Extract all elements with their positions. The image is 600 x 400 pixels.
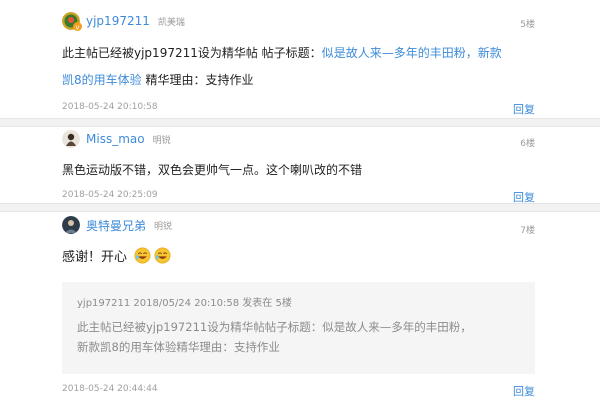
divider <box>0 203 600 212</box>
floor-number: 6楼 <box>520 139 535 149</box>
quote-body: 此主帖已经被yjp197211设为精华帖帖子标题：似是故人来—多年的丰田粉， 新… <box>77 317 520 357</box>
reply-button[interactable]: 回复 <box>513 101 535 117</box>
quoted-post: yjp197211 2018/05/24 20:10:58 发表在 5楼 此主帖… <box>62 282 535 374</box>
post-timestamp: 2018-05-24 20:10:58 <box>62 102 158 112</box>
floor-number: 7楼 <box>520 226 535 236</box>
thread-title-link[interactable]: 似是故人来—多年的丰田粉，新款 <box>322 46 502 60</box>
post-timestamp: 2018-05-24 20:25:09 <box>62 190 158 200</box>
laughing-emoji-icon <box>134 247 151 264</box>
content-text: 此主帖已经被yjp197211设为精华帖 帖子标题： <box>62 46 322 60</box>
post-content: 此主帖已经被yjp197211设为精华帖 帖子标题：似是故人来—多年的丰田粉，新… <box>62 40 502 94</box>
reply-button[interactable]: 回复 <box>513 383 535 399</box>
brand-tag: 明锐 <box>154 221 173 232</box>
floor-number: 5楼 <box>520 20 535 30</box>
post-timestamp: 2018-05-24 20:44:44 <box>62 384 158 394</box>
username[interactable]: 奥特曼兄弟 <box>86 217 146 234</box>
brand-tag: 明锐 <box>152 135 171 146</box>
laughing-emoji-icon <box>154 247 171 264</box>
content-reason: 精华理由：支持作业 <box>141 73 254 87</box>
quote-line: 此主帖已经被yjp197211设为精华帖帖子标题：似是故人来—多年的丰田粉， <box>77 320 472 334</box>
brand-tag: 凯美瑞 <box>157 17 185 28</box>
post-content: 感谢！开心 <box>62 244 171 271</box>
post-floor-6: Miss_mao 明锐 6楼 黑色运动版不错，双色会更帅气一点。这个喇叭改的不错… <box>0 127 600 205</box>
post-floor-7: 奥特曼兄弟 明锐 7楼 感谢！开心 yjp197211 2018/05/24 2… <box>0 212 600 400</box>
username[interactable]: yjp197211 <box>86 14 150 28</box>
quote-line: 新款凯8的用车体验精华理由：支持作业 <box>77 340 280 354</box>
quote-header: yjp197211 2018/05/24 20:10:58 发表在 5楼 <box>77 298 292 309</box>
post-content: 黑色运动版不错，双色会更帅气一点。这个喇叭改的不错 <box>62 163 363 177</box>
thread-title-link-cont[interactable]: 凯8的用车体验 <box>62 73 142 87</box>
divider <box>0 118 600 127</box>
post-floor-5: v yjp197211 凯美瑞 5楼 此主帖已经被yjp197211设为精华帖 … <box>0 0 600 120</box>
username[interactable]: Miss_mao <box>86 132 145 146</box>
content-text: 感谢！开心 <box>62 250 128 265</box>
